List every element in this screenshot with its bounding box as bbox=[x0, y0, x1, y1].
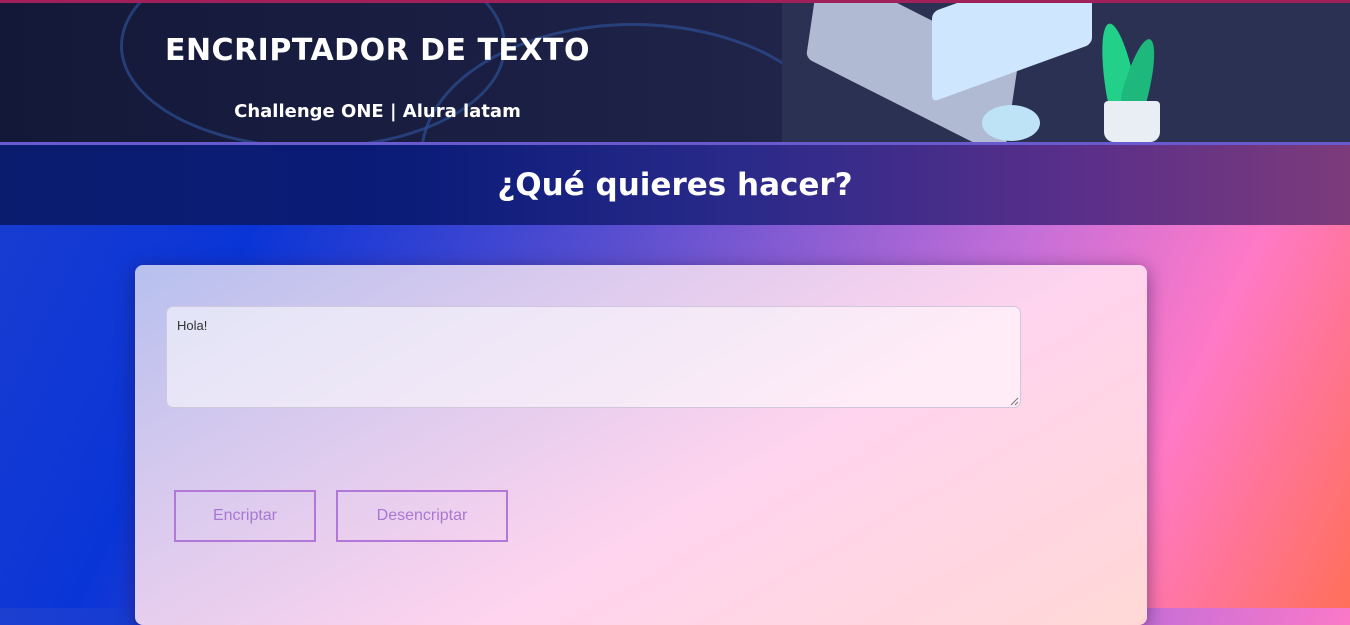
mouse-illustration bbox=[982, 105, 1040, 141]
section-heading: ¿Qué quieres hacer? bbox=[497, 167, 853, 203]
encrypt-card: Hola! Encriptar Desencriptar bbox=[135, 265, 1147, 625]
resize-grip-icon[interactable] bbox=[1010, 397, 1019, 406]
page-title: ENCRIPTADOR DE TEXTO bbox=[164, 33, 591, 68]
page-subtitle: Challenge ONE | Alura latam bbox=[234, 101, 521, 122]
text-input[interactable]: Hola! bbox=[166, 306, 1021, 408]
encrypt-button[interactable]: Encriptar bbox=[174, 490, 316, 542]
question-band: ¿Qué quieres hacer? bbox=[0, 142, 1350, 225]
banner-illustration bbox=[782, 3, 1350, 142]
banner-title-area: ENCRIPTADOR DE TEXTO Challenge ONE | Alu… bbox=[0, 3, 782, 142]
decrypt-button[interactable]: Desencriptar bbox=[336, 490, 508, 542]
header-banner: ENCRIPTADOR DE TEXTO Challenge ONE | Alu… bbox=[0, 0, 1350, 142]
plant-pot-illustration bbox=[1104, 101, 1160, 142]
